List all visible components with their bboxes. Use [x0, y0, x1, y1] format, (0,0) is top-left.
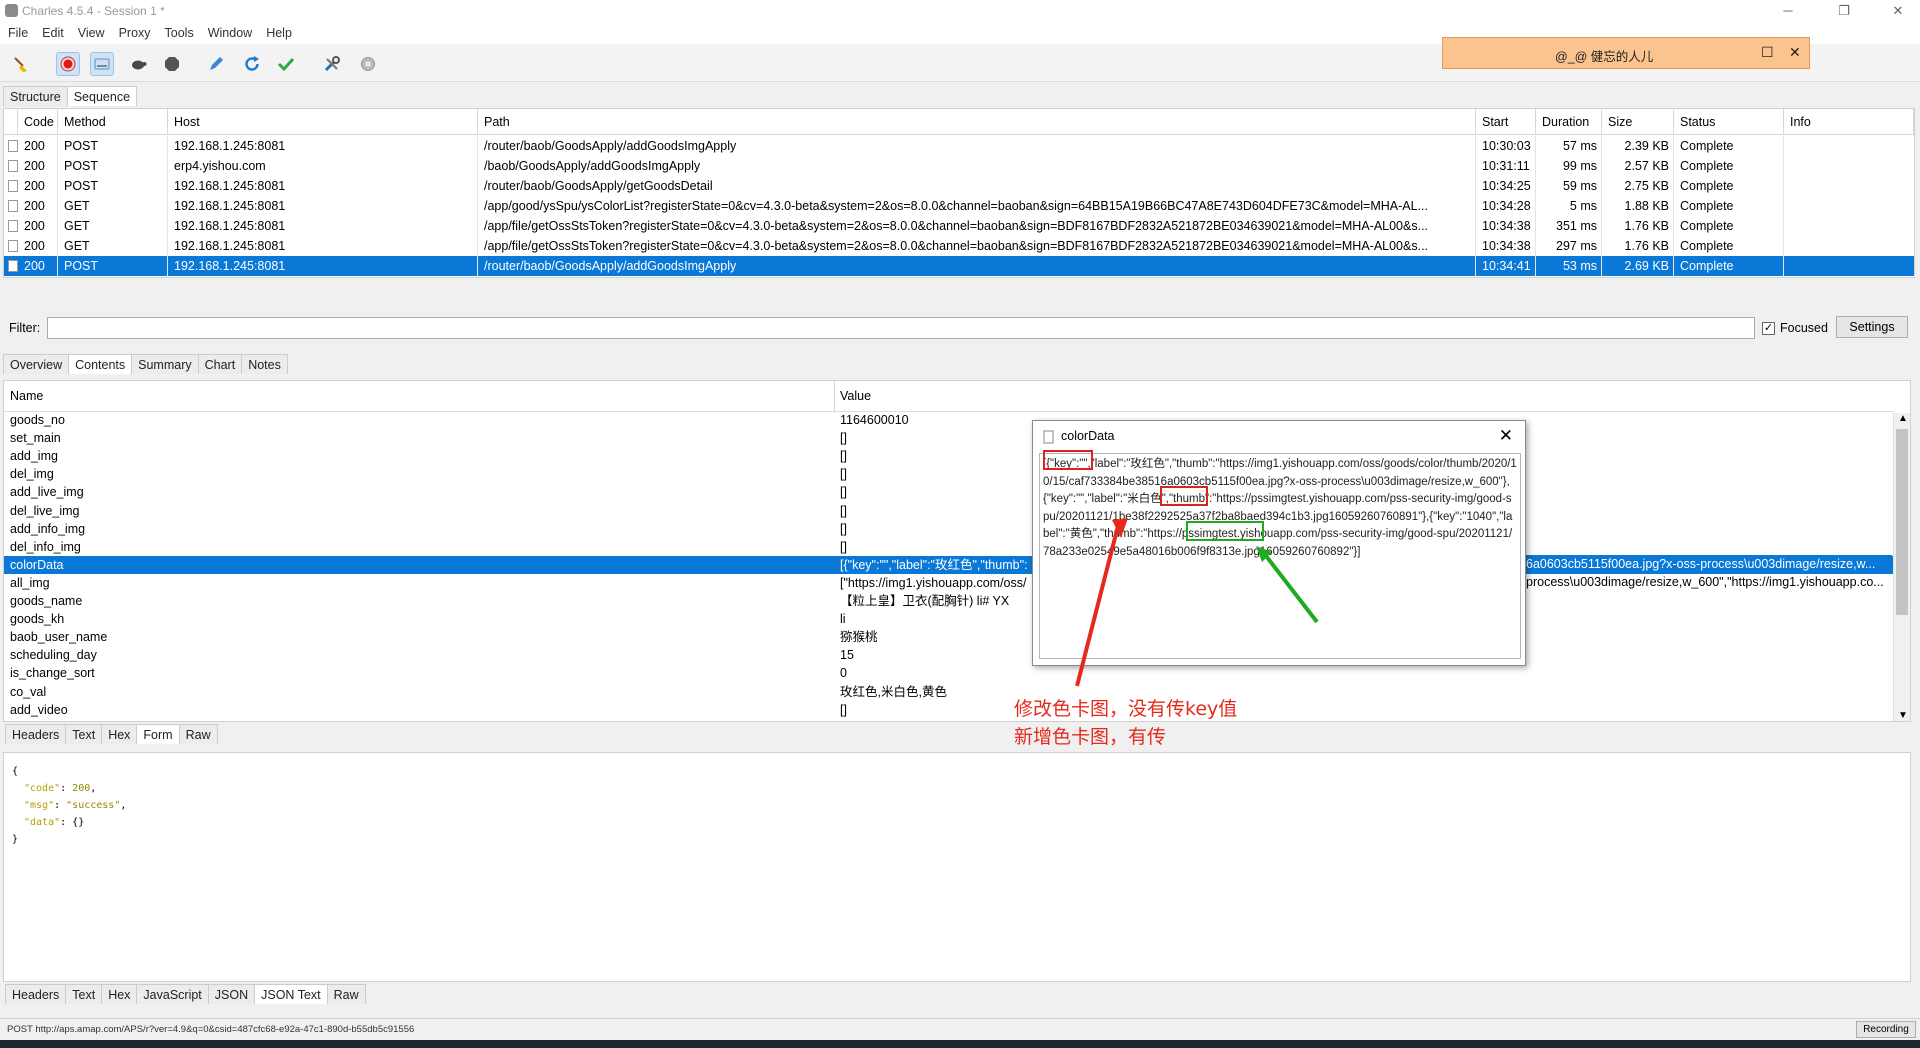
annotation-arrows — [1075, 518, 1319, 687]
annotation-line-2: 新增色卡图，有传 — [1014, 726, 1167, 748]
red-arrow-line — [1075, 525, 1120, 687]
green-arrow-line — [1261, 550, 1319, 624]
annotation-line-1: 修改色卡图，没有传key值 — [1014, 698, 1238, 720]
